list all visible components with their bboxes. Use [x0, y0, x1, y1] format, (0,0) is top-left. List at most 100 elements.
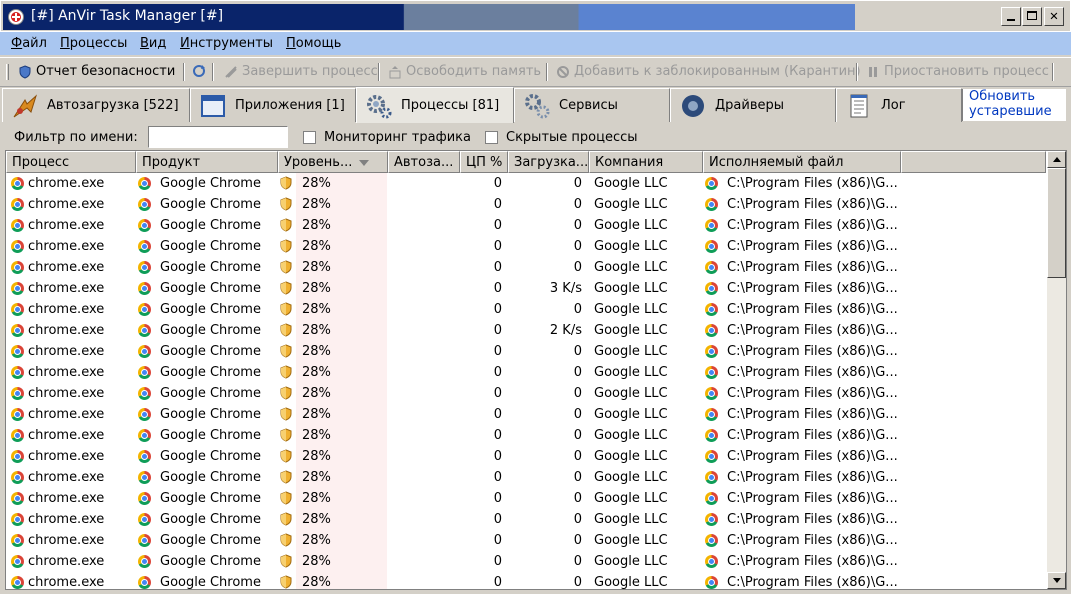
cell-company: Google LLC: [594, 365, 668, 380]
cell-level: 28%: [302, 239, 331, 254]
toolbar-grip[interactable]: [6, 64, 9, 80]
security-level-icon: [280, 323, 292, 337]
tab-processes[interactable]: Процессы [81]: [356, 87, 514, 123]
table-row[interactable]: chrome.exe Google Chrome 28% 0 0 Google LLC C:…: [6, 425, 1046, 446]
startup-icon: [13, 93, 38, 117]
tab-log[interactable]: Лог: [836, 88, 962, 122]
menu-tools[interactable]: Инструменты: [180, 36, 273, 51]
menu-help[interactable]: Помощь: [286, 36, 341, 51]
minimize-button[interactable]: [1001, 7, 1021, 26]
cell-process: chrome.exe: [28, 260, 105, 275]
tab-startup[interactable]: Автозагрузка [522]: [2, 88, 190, 122]
menu-view-label: ид: [148, 36, 167, 51]
table-row[interactable]: chrome.exe Google Chrome 28% 0 0 Google LLC C:…: [6, 509, 1046, 530]
column-header-executable[interactable]: Исполняемый файл: [703, 151, 901, 173]
suspend-process-button[interactable]: Приостановить процесс: [866, 64, 1049, 79]
menu-processes[interactable]: Процессы: [60, 36, 127, 51]
tab-drivers[interactable]: Драйверы: [670, 88, 836, 122]
cell-load: 0: [573, 218, 582, 233]
table-row[interactable]: chrome.exe Google Chrome 28% 0 0 Google LLC C:…: [6, 572, 1046, 590]
column-header-level[interactable]: Уровень...: [278, 151, 388, 173]
scroll-up-button[interactable]: [1047, 151, 1066, 168]
table-row[interactable]: chrome.exe Google Chrome 28% 0 0 Google LLC C:…: [6, 551, 1046, 572]
cell-product: Google Chrome: [160, 281, 261, 296]
chrome-icon: [705, 387, 718, 400]
end-process-button[interactable]: Завершить процесс: [224, 64, 378, 79]
cell-level: 28%: [302, 197, 331, 212]
cell-process: chrome.exe: [28, 176, 105, 191]
menu-bar: Файл Процессы Вид Инструменты Помощь: [0, 32, 1071, 55]
window-title: [#] AnVir Task Manager [#]: [31, 8, 224, 24]
title-bar[interactable]: [#] AnVir Task Manager [#] ✕: [0, 0, 1071, 32]
cell-product: Google Chrome: [160, 575, 261, 590]
cell-company: Google LLC: [594, 428, 668, 443]
table-row[interactable]: chrome.exe Google Chrome 28% 0 2 K/s Google L…: [6, 320, 1046, 341]
cell-process: chrome.exe: [28, 365, 105, 380]
table-row[interactable]: chrome.exe Google Chrome 28% 0 0 Google LLC C:…: [6, 488, 1046, 509]
tab-applications[interactable]: Приложения [1]: [190, 88, 356, 122]
table-row[interactable]: chrome.exe Google Chrome 28% 0 0 Google LLC C:…: [6, 383, 1046, 404]
vertical-scrollbar[interactable]: [1047, 151, 1066, 589]
refresh-button[interactable]: [192, 64, 210, 78]
tab-services[interactable]: Сервисы: [514, 88, 670, 122]
table-row[interactable]: chrome.exe Google Chrome 28% 0 0 Google LLC C:…: [6, 257, 1046, 278]
update-outdated-link[interactable]: Обновить устаревшие: [962, 89, 1066, 121]
add-blocked-button[interactable]: Добавить к заблокированным (Карантин): [556, 64, 861, 79]
chrome-icon: [705, 303, 718, 316]
filter-name-input[interactable]: [148, 126, 288, 148]
menu-view-mnemonic: В: [140, 36, 149, 51]
cell-executable: C:\Program Files (x86)\G...: [727, 470, 898, 485]
cell-cpu: 0: [493, 239, 502, 254]
scroll-down-button[interactable]: [1047, 572, 1066, 589]
column-header-company[interactable]: Компания: [589, 151, 703, 173]
table-header: Процесс Продукт Уровень... Автоза... ЦП …: [6, 151, 1046, 173]
menu-view[interactable]: Вид: [140, 36, 166, 51]
table-row[interactable]: chrome.exe Google Chrome 28% 0 0 Google LLC C:…: [6, 362, 1046, 383]
table-row[interactable]: chrome.exe Google Chrome 28% 0 0 Google LLC C:…: [6, 173, 1046, 194]
cell-product: Google Chrome: [160, 323, 261, 338]
free-memory-label: Освободить память: [406, 64, 542, 79]
security-level-icon: [280, 218, 292, 232]
maximize-button[interactable]: [1022, 7, 1042, 26]
traffic-monitoring-checkbox[interactable]: Мониторинг трафика: [303, 130, 471, 145]
column-header-autorun[interactable]: Автоза...: [388, 151, 460, 173]
scroll-thumb[interactable]: [1047, 168, 1066, 278]
cell-product: Google Chrome: [160, 302, 261, 317]
table-row[interactable]: chrome.exe Google Chrome 28% 0 0 Google LLC C:…: [6, 530, 1046, 551]
table-row[interactable]: chrome.exe Google Chrome 28% 0 0 Google LLC C:…: [6, 299, 1046, 320]
cell-process: chrome.exe: [28, 512, 105, 527]
anvir-app-icon[interactable]: [8, 9, 24, 25]
menu-help-label: омощь: [295, 36, 342, 51]
suspend-icon: [869, 66, 877, 77]
close-button[interactable]: ✕: [1044, 7, 1064, 26]
table-row[interactable]: chrome.exe Google Chrome 28% 0 0 Google LLC C:…: [6, 236, 1046, 257]
tab-processes-label: Процессы [81]: [401, 98, 500, 113]
table-row[interactable]: chrome.exe Google Chrome 28% 0 3 K/s Google L…: [6, 278, 1046, 299]
table-row[interactable]: chrome.exe Google Chrome 28% 0 0 Google LLC C:…: [6, 446, 1046, 467]
hidden-processes-checkbox[interactable]: Скрытые процессы: [485, 130, 638, 145]
column-header-load[interactable]: Загрузка...: [508, 151, 589, 173]
security-level-icon: [280, 491, 292, 505]
column-header-cpu[interactable]: ЦП %: [460, 151, 508, 173]
quarantine-icon: [557, 65, 569, 78]
table-row[interactable]: chrome.exe Google Chrome 28% 0 0 Google LLC C:…: [6, 194, 1046, 215]
table-row[interactable]: chrome.exe Google Chrome 28% 0 0 Google LLC C:…: [6, 467, 1046, 488]
cell-executable: C:\Program Files (x86)\G...: [727, 323, 898, 338]
cell-executable: C:\Program Files (x86)\G...: [727, 302, 898, 317]
cell-process: chrome.exe: [28, 470, 105, 485]
chrome-icon: [138, 387, 151, 400]
cell-product: Google Chrome: [160, 470, 261, 485]
security-report-button[interactable]: Отчет безопасности: [18, 64, 175, 79]
cell-company: Google LLC: [594, 386, 668, 401]
cell-company: Google LLC: [594, 344, 668, 359]
table-row[interactable]: chrome.exe Google Chrome 28% 0 0 Google LLC C:…: [6, 215, 1046, 236]
cell-load: 0: [573, 407, 582, 422]
free-memory-button[interactable]: Освободить память: [388, 64, 541, 79]
table-row[interactable]: chrome.exe Google Chrome 28% 0 0 Google LLC C:…: [6, 341, 1046, 362]
chrome-icon: [705, 261, 718, 274]
column-header-process[interactable]: Процесс: [6, 151, 136, 173]
chrome-icon: [705, 408, 718, 421]
column-header-product[interactable]: Продукт: [136, 151, 278, 173]
table-row[interactable]: chrome.exe Google Chrome 28% 0 0 Google LLC C:…: [6, 404, 1046, 425]
menu-file[interactable]: Файл: [11, 36, 47, 51]
